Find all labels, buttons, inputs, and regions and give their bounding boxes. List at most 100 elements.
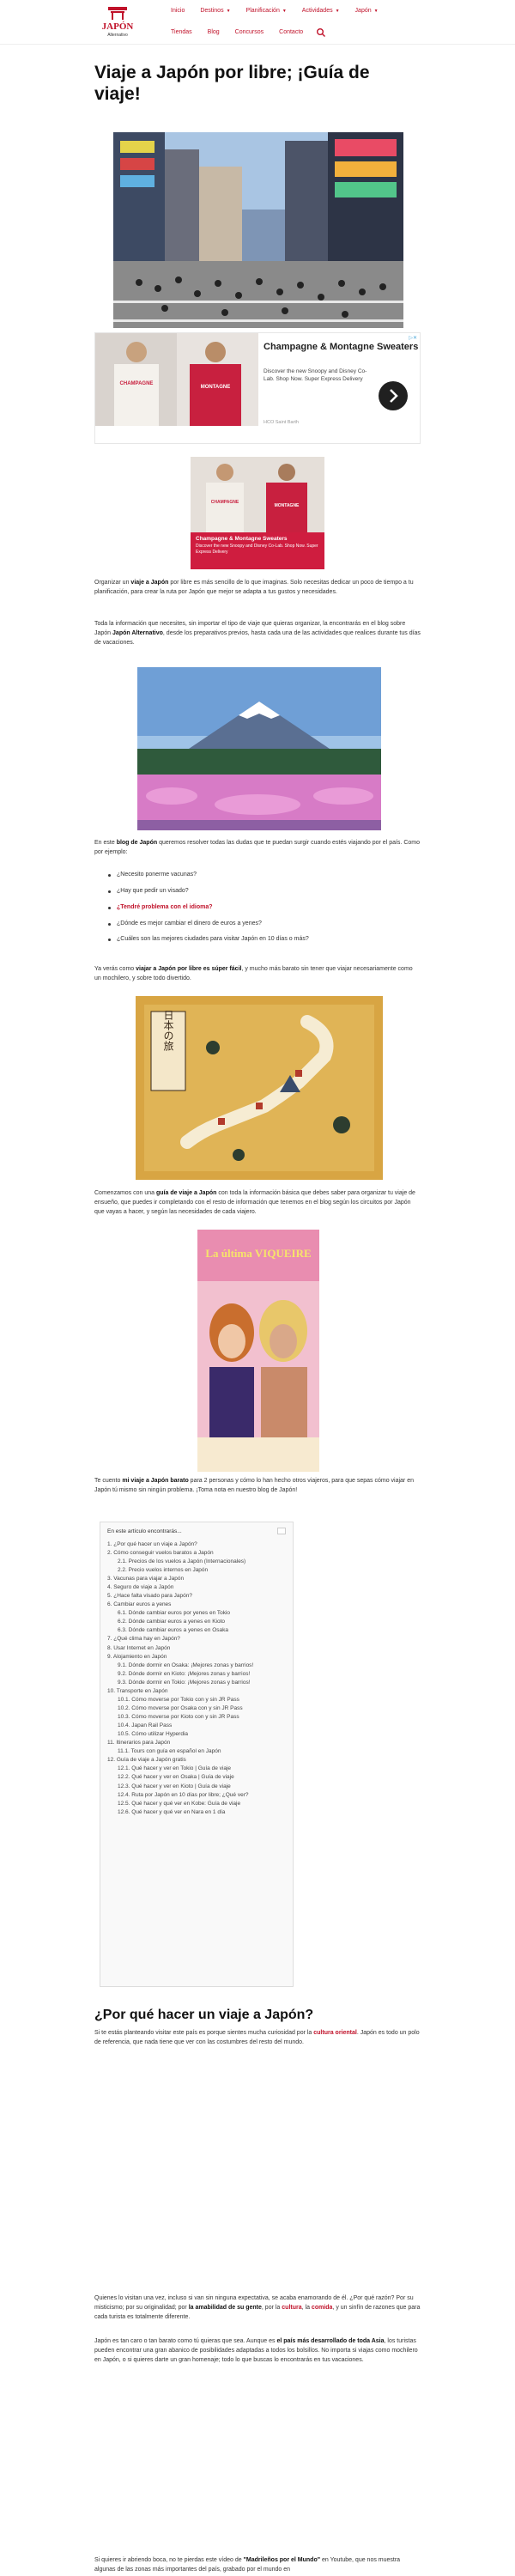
nav-item-contacto[interactable]: Contacto bbox=[271, 27, 311, 38]
nav-item-concursos[interactable]: Concursos bbox=[227, 27, 271, 38]
text-run: Organizar un bbox=[94, 580, 131, 586]
toc-item[interactable]: 9. Alojamiento en Japón bbox=[107, 1653, 286, 1662]
ad2-image-text-1: CHAMPAGNE bbox=[211, 500, 239, 505]
toc-item[interactable]: 11.1. Tours con guía en español en Japón bbox=[107, 1747, 286, 1756]
bold-text: viaje a Japón bbox=[130, 580, 169, 586]
toc-item[interactable]: 12.1. Qué hacer y ver en Tokio | Guía de… bbox=[107, 1765, 286, 1773]
bold-link[interactable]: Japón Alternativo bbox=[112, 630, 163, 636]
toc-item[interactable]: 9.2. Dónde dormir en Kioto: ¡Mejores zon… bbox=[107, 1670, 286, 1679]
text-run: Ya verás como bbox=[94, 966, 136, 972]
chevron-down-icon: ▼ bbox=[373, 8, 379, 14]
article: Viaje a Japón por libre; ¡Guía de viaje! bbox=[94, 45, 421, 2573]
toc-item[interactable]: 6.3. Dónde cambiar euros a yenes en Osak… bbox=[107, 1626, 286, 1635]
secondary-nav: Tiendas Blog Concursos Contacto bbox=[163, 27, 326, 38]
nav-item-inicio[interactable]: Inicio bbox=[163, 7, 192, 16]
bold-text: mi viaje a Japón barato bbox=[122, 1478, 189, 1484]
torii-post-left bbox=[112, 11, 113, 20]
toc-item[interactable]: 10.4. Japan Rail Pass bbox=[107, 1722, 286, 1730]
chevron-down-icon: ▼ bbox=[226, 8, 231, 14]
toc-item[interactable]: 12. Guía de viaje a Japón gratis bbox=[107, 1756, 286, 1765]
bold-text: blog de Japón bbox=[116, 840, 158, 846]
search-icon[interactable] bbox=[316, 27, 326, 38]
toc-item[interactable]: 12.3. Qué hacer y ver en Kioto | Guía de… bbox=[107, 1783, 286, 1791]
site-header: JAPÓN Alternativo Inicio Destinos ▼ Planifi… bbox=[0, 0, 515, 45]
toc-list: 1. ¿Por qué hacer un viaje a Japón? 2. Có… bbox=[107, 1540, 286, 1817]
toc-item[interactable]: 11. Itinerarios para Japón bbox=[107, 1739, 286, 1747]
sponsored-ad-banner[interactable]: CHAMPAGNE MONTAGNE Champagne & Montagne … bbox=[94, 332, 421, 444]
ad-source: HCO Saint Barth bbox=[264, 420, 299, 425]
text-run: Comenzamos con una bbox=[94, 1190, 156, 1196]
toc-item[interactable]: 10.2. Cómo moverse por Osaka con y sin J… bbox=[107, 1704, 286, 1713]
nav-item-actividades[interactable]: Actividades ▼ bbox=[294, 7, 348, 16]
list-item[interactable]: ¿Tendré problema con el idioma? bbox=[108, 903, 417, 913]
toc-item[interactable]: 10.5. Cómo utilizar Hyperdia bbox=[107, 1730, 286, 1739]
nav-item-blog[interactable]: Blog bbox=[200, 27, 227, 38]
intro-paragraph-6: Te cuento mi viaje a Japón barato para 2… bbox=[94, 1477, 421, 1496]
site-logo[interactable]: JAPÓN Alternativo bbox=[96, 5, 139, 39]
toc-item[interactable]: 4. Seguro de viaje a Japón bbox=[107, 1583, 286, 1592]
section-paragraph-1: Si te estás planteando visitar este país… bbox=[94, 2029, 421, 2048]
list-item: ¿Cuáles son las mejores ciudades para vi… bbox=[108, 935, 417, 945]
intro-paragraph-5: Comenzamos con una guía de viaje a Japón… bbox=[94, 1189, 421, 1218]
nav-label: Concursos bbox=[234, 28, 264, 35]
chevron-right-icon bbox=[390, 389, 398, 403]
toc-item[interactable]: 12.6. Qué hacer y qué ver en Nara en 1 d… bbox=[107, 1808, 286, 1817]
mount-fuji-image bbox=[137, 667, 381, 830]
ad-image-sweaters: CHAMPAGNE MONTAGNE bbox=[95, 333, 258, 426]
logo-text: JAPÓN bbox=[102, 21, 134, 32]
toc-item[interactable]: 10.1. Cómo moverse por Tokio con y sin J… bbox=[107, 1696, 286, 1704]
toc-item[interactable]: 12.4. Ruta por Japón en 10 días por libr… bbox=[107, 1791, 286, 1800]
toc-item[interactable]: 1. ¿Por qué hacer un viaje a Japón? bbox=[107, 1540, 286, 1549]
toc-item[interactable]: 12.5. Qué hacer y qué ver en Kobe: Guía … bbox=[107, 1800, 286, 1808]
section-heading: ¿Por qué hacer un viaje a Japón? bbox=[94, 2008, 314, 2022]
ad-image-sweater-square: CHAMPAGNE MONTAGNE bbox=[191, 457, 324, 532]
ad-square-description: Discover the new Snoopy and Disney Co-La… bbox=[196, 544, 318, 555]
hero-image-tokyo-street bbox=[113, 132, 403, 328]
ad2-image-text-2: MONTAGNE bbox=[275, 503, 300, 508]
toc-item[interactable]: 2.1. Precios de los vuelos a Japón (Inte… bbox=[107, 1558, 286, 1566]
ad-title[interactable]: Champagne & Montagne Sweaters bbox=[264, 340, 418, 355]
nav-item-planificaci-n[interactable]: Planificación ▼ bbox=[239, 7, 294, 16]
ad-image-text-1: CHAMPAGNE bbox=[120, 381, 154, 386]
toc-item[interactable]: 8. Usar Internet en Japón bbox=[107, 1644, 286, 1653]
page-title: Viaje a Japón por libre; ¡Guía de viaje! bbox=[94, 63, 370, 105]
nav-item-jap-n[interactable]: Japón ▼ bbox=[348, 7, 386, 16]
nav-label: Contacto bbox=[279, 28, 304, 35]
text-run: En este bbox=[94, 840, 117, 846]
japan-illustrated-map: 日本の旅 bbox=[136, 996, 383, 1180]
questions-list: ¿Necesito ponerme vacunas? ¿Hay que pedir… bbox=[108, 871, 417, 951]
toc-item[interactable]: 6.1. Dónde cambiar euros por yenes en To… bbox=[107, 1609, 286, 1618]
toc-item[interactable]: 3. Vacunas para viajar a Japón bbox=[107, 1575, 286, 1583]
link-cultura[interactable]: cultura bbox=[282, 2305, 301, 2311]
list-item: ¿Dónde es mejor cambiar el dinero de eur… bbox=[108, 920, 417, 929]
ad-open-button[interactable] bbox=[379, 381, 408, 410]
toc-item[interactable]: 10.3. Cómo moverse por Kioto con y sin J… bbox=[107, 1713, 286, 1722]
nav-label: Destinos bbox=[200, 8, 224, 14]
toc-item[interactable]: 2. Cómo conseguir vuelos baratos a Japón bbox=[107, 1549, 286, 1558]
toc-item[interactable]: 10. Transporte en Japón bbox=[107, 1687, 286, 1696]
list-item: ¿Necesito ponerme vacunas? bbox=[108, 871, 417, 880]
link-comida[interactable]: comida bbox=[312, 2305, 333, 2311]
section-paragraph-2: Quienes lo visitan una vez, incluso si v… bbox=[94, 2294, 421, 2323]
toc-item[interactable]: 9.3. Dónde dormir en Tokio: ¡Mejores zon… bbox=[107, 1679, 286, 1687]
embedded-video-area[interactable] bbox=[94, 2058, 421, 2232]
toc-toggle-button[interactable] bbox=[277, 1528, 286, 1534]
toc-item[interactable]: 5. ¿Hace falta visado para Japón? bbox=[107, 1592, 286, 1601]
toc-item[interactable]: 7. ¿Qué clima hay en Japón? bbox=[107, 1635, 286, 1643]
nav-item-destinos[interactable]: Destinos ▼ bbox=[192, 7, 238, 16]
torii-top bbox=[108, 7, 127, 10]
ad-square-title[interactable]: Champagne & Montagne Sweaters bbox=[196, 535, 288, 544]
toc-item[interactable]: 12.2. Qué hacer y ver en Osaka | Guía de… bbox=[107, 1773, 286, 1782]
bold-text: viajar a Japón por libre es súper fácil bbox=[136, 966, 242, 972]
nav-label: Blog bbox=[207, 28, 220, 35]
nav-item-tiendas[interactable]: Tiendas bbox=[163, 27, 200, 38]
toc-item[interactable]: 6.2. Dónde cambiar euros a yenes en Kiot… bbox=[107, 1618, 286, 1626]
toc-item[interactable]: 2.2. Precio vuelos internos en Japón bbox=[107, 1566, 286, 1575]
link-cultura-oriental[interactable]: cultura oriental bbox=[313, 2030, 357, 2036]
chevron-down-icon: ▼ bbox=[335, 8, 340, 14]
toc-item[interactable]: 6. Cambiar euros a yenes bbox=[107, 1601, 286, 1609]
sponsored-ad-square[interactable]: CHAMPAGNE MONTAGNE Champagne & Montagne … bbox=[191, 457, 324, 569]
logo-subtext: Alternativo bbox=[107, 33, 128, 38]
adchoices-icon[interactable]: ▷✕ bbox=[409, 335, 417, 343]
toc-item[interactable]: 9.1. Dónde dormir en Osaka: ¡Mejores zon… bbox=[107, 1662, 286, 1670]
